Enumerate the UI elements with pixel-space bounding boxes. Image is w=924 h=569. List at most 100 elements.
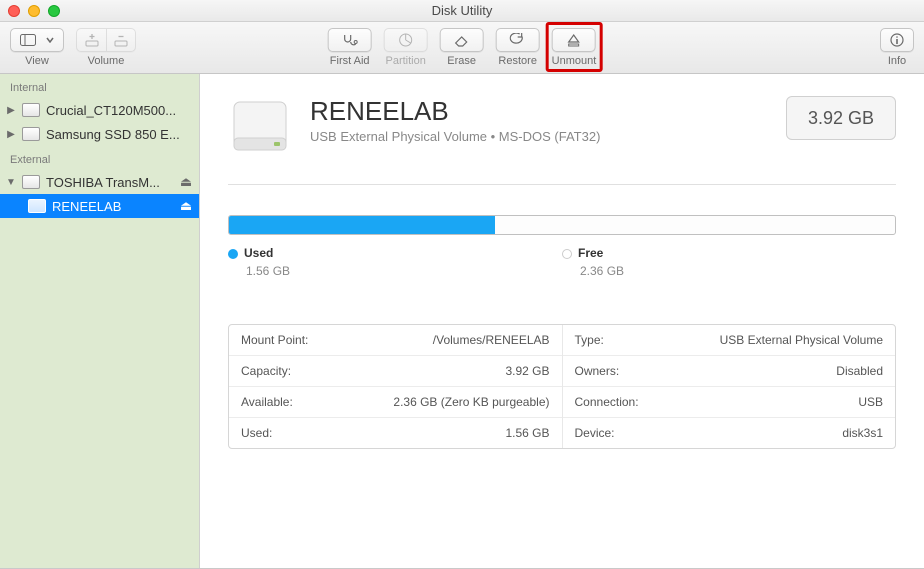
- detail-value: USB External Physical Volume: [720, 333, 883, 347]
- stethoscope-icon: [341, 33, 359, 47]
- volume-subtitle: USB External Physical Volume • MS-DOS (F…: [310, 129, 768, 144]
- first-aid-button[interactable]: [328, 28, 372, 52]
- info-icon: [890, 33, 904, 47]
- first-aid-group: First Aid: [328, 28, 372, 67]
- detail-value: 2.36 GB (Zero KB purgeable): [393, 395, 549, 409]
- erase-group: Erase: [440, 28, 484, 67]
- legend-free-label: Free: [578, 246, 603, 260]
- volume-remove-button[interactable]: [106, 28, 136, 52]
- info-label: Info: [888, 55, 906, 67]
- table-row: Available: 2.36 GB (Zero KB purgeable): [229, 387, 562, 418]
- legend-used-label: Used: [244, 246, 273, 260]
- unmount-label: Unmount: [552, 55, 597, 67]
- detail-value: 3.92 GB: [505, 364, 549, 378]
- detail-value: disk3s1: [842, 426, 883, 440]
- usage-legend: Used 1.56 GB Free 2.36 GB: [228, 245, 896, 278]
- view-button[interactable]: [10, 28, 64, 52]
- table-row: Used: 1.56 GB: [229, 418, 562, 448]
- sidebar-header-internal: Internal: [0, 74, 199, 98]
- pie-icon: [398, 32, 414, 48]
- detail-key: Capacity:: [241, 364, 291, 378]
- volume-icon: [28, 199, 46, 213]
- eraser-icon: [453, 33, 471, 47]
- erase-button[interactable]: [440, 28, 484, 52]
- detail-value: 1.56 GB: [505, 426, 549, 440]
- sidebar-header-external: External: [0, 146, 199, 170]
- sidebar-item-label: TOSHIBA TransM...: [46, 175, 173, 190]
- volume-group: Volume: [76, 28, 136, 67]
- details-col-right: Type: USB External Physical Volume Owners…: [563, 325, 896, 448]
- disk-icon: [22, 175, 40, 189]
- partition-label: Partition: [385, 55, 425, 67]
- disk-icon: [22, 103, 40, 117]
- usage-section: Used 1.56 GB Free 2.36 GB: [228, 215, 896, 278]
- main-pane: RENEELAB USB External Physical Volume • …: [200, 74, 924, 568]
- sidebar-icon: [20, 34, 36, 46]
- sidebar-item-label: RENEELAB: [52, 199, 173, 214]
- detail-key: Mount Point:: [241, 333, 308, 347]
- partition-button: [384, 28, 428, 52]
- disclosure-icon[interactable]: ▼: [6, 177, 16, 188]
- volume-header: RENEELAB USB External Physical Volume • …: [228, 96, 896, 185]
- partition-group: Partition: [384, 28, 428, 67]
- info-group: Info: [880, 28, 914, 67]
- legend-free: Free 2.36 GB: [562, 245, 896, 278]
- detail-key: Used:: [241, 426, 272, 440]
- restore-group: Restore: [496, 28, 540, 67]
- detail-key: Available:: [241, 395, 293, 409]
- usage-bar-used: [229, 216, 495, 234]
- view-group: View: [10, 28, 64, 67]
- eject-icon[interactable]: ⏏: [179, 198, 193, 214]
- legend-free-value: 2.36 GB: [580, 264, 896, 278]
- window-title: Disk Utility: [0, 3, 924, 18]
- sidebar-item-toshiba[interactable]: ▼ TOSHIBA TransM... ⏏: [0, 170, 199, 194]
- restore-button[interactable]: [496, 28, 540, 52]
- detail-value: USB: [858, 395, 883, 409]
- legend-used-value: 1.56 GB: [246, 264, 562, 278]
- sidebar-item-label: Crucial_CT120M500...: [46, 103, 193, 118]
- table-row: Type: USB External Physical Volume: [563, 325, 896, 356]
- info-button[interactable]: [880, 28, 914, 52]
- titlebar: Disk Utility: [0, 0, 924, 22]
- sidebar-item-crucial[interactable]: ▶ Crucial_CT120M500...: [0, 98, 199, 122]
- restore-icon: [510, 33, 526, 47]
- restore-label: Restore: [498, 55, 537, 67]
- eject-icon: [567, 33, 581, 47]
- sidebar-item-samsung[interactable]: ▶ Samsung SSD 850 E...: [0, 122, 199, 146]
- first-aid-label: First Aid: [330, 55, 370, 67]
- content: Internal ▶ Crucial_CT120M500... ▶ Samsun…: [0, 74, 924, 568]
- detail-value: Disabled: [836, 364, 883, 378]
- erase-label: Erase: [447, 55, 476, 67]
- details-table: Mount Point:/Volumes/RENEELAB Capacity: 3…: [228, 324, 896, 449]
- disk-icon: [22, 127, 40, 141]
- chevron-down-icon: [46, 37, 54, 43]
- disclosure-icon[interactable]: ▶: [6, 129, 16, 140]
- unmount-button[interactable]: [552, 28, 596, 52]
- volume-large-icon: [228, 96, 292, 160]
- sidebar: Internal ▶ Crucial_CT120M500... ▶ Samsun…: [0, 74, 200, 568]
- detail-key: Owners:: [575, 364, 620, 378]
- volume-add-icon: [83, 33, 101, 47]
- sidebar-item-label: Samsung SSD 850 E...: [46, 127, 193, 142]
- volume-remove-icon: [112, 33, 130, 47]
- detail-key: Type:: [575, 333, 604, 347]
- detail-key: Device:: [575, 426, 615, 440]
- table-row: Mount Point:/Volumes/RENEELAB: [229, 325, 562, 356]
- eject-icon[interactable]: ⏏: [179, 174, 193, 190]
- view-label: View: [25, 55, 49, 67]
- disclosure-icon[interactable]: ▶: [6, 105, 16, 116]
- window: Disk Utility View Volum: [0, 0, 924, 569]
- usage-bar: [228, 215, 896, 235]
- legend-used: Used 1.56 GB: [228, 245, 562, 278]
- dot-icon: [228, 249, 238, 259]
- table-row: Device: disk3s1: [563, 418, 896, 448]
- dot-icon: [562, 249, 572, 259]
- volume-title: RENEELAB: [310, 96, 768, 127]
- table-row: Capacity: 3.92 GB: [229, 356, 562, 387]
- sidebar-item-reneelab[interactable]: RENEELAB ⏏: [0, 194, 199, 218]
- unmount-group: Unmount: [552, 28, 597, 67]
- volume-label: Volume: [88, 55, 125, 67]
- table-row: Owners: Disabled: [563, 356, 896, 387]
- volume-add-button[interactable]: [76, 28, 106, 52]
- table-row: Connection:USB: [563, 387, 896, 418]
